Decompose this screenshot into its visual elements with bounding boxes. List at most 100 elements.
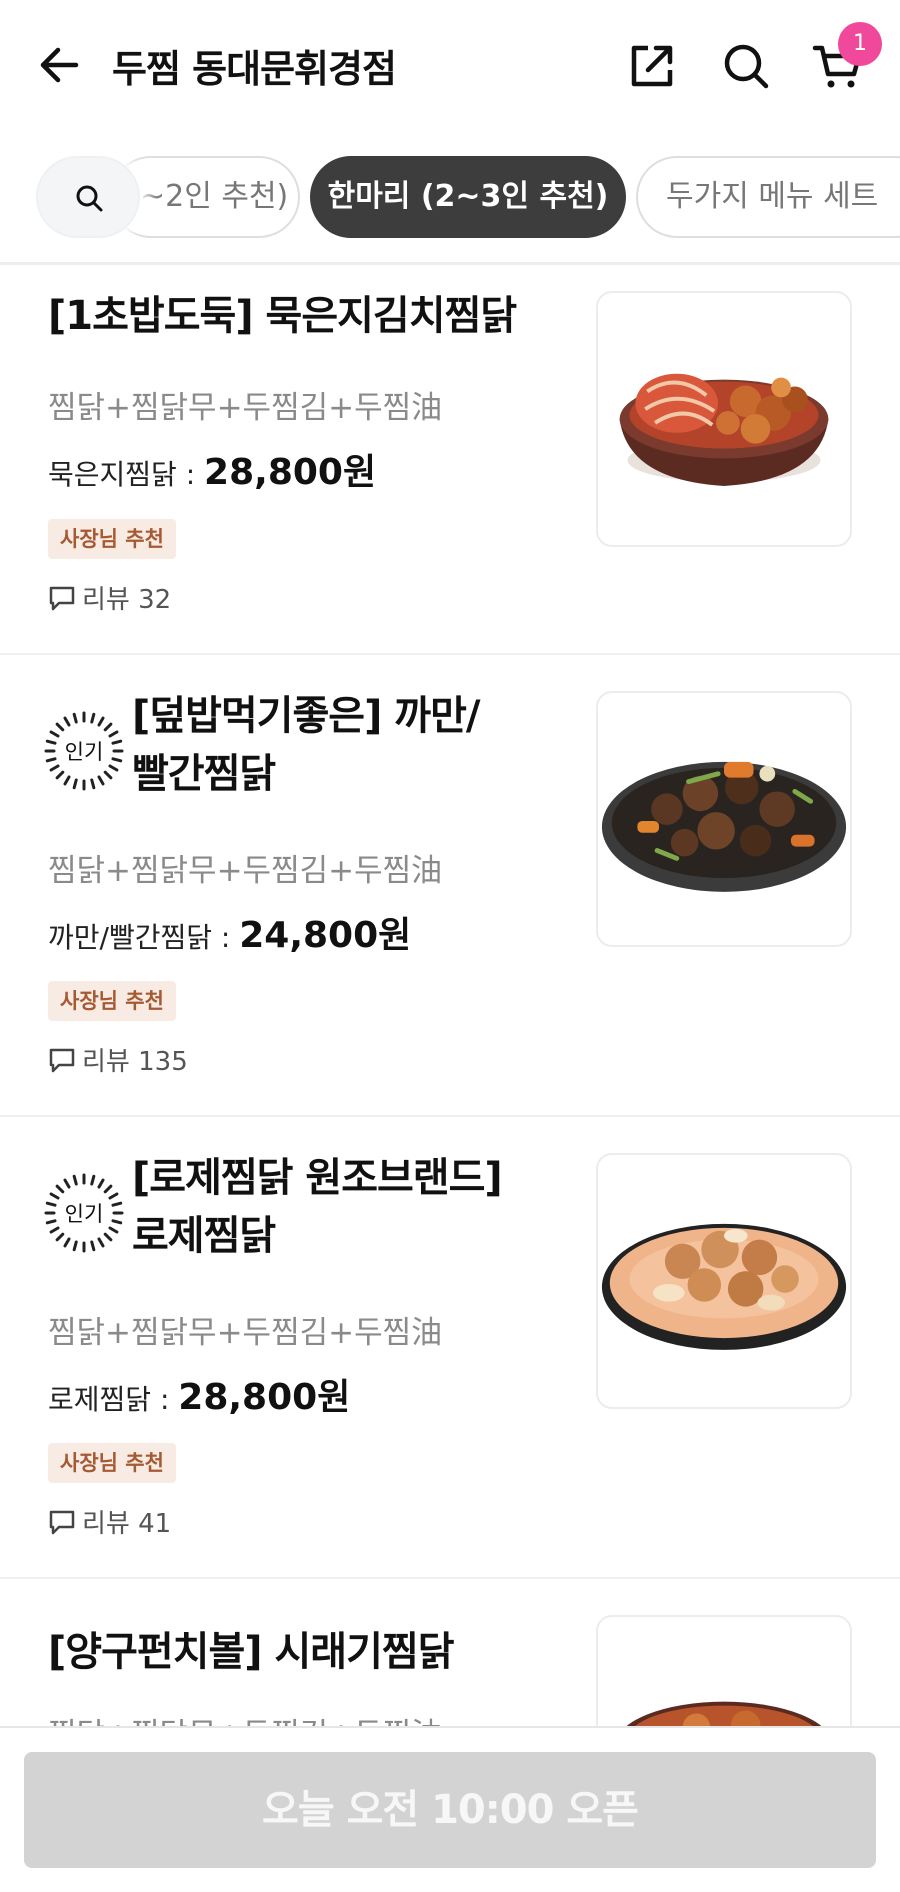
menu-item-name: [양구펀치볼] 시래기찜닭 [48, 1629, 454, 1675]
review-count: 리뷰 135 [48, 1041, 188, 1078]
price-option-label: 까만/빨간찜닭 : [48, 921, 240, 954]
review-speech-icon [49, 1048, 75, 1073]
badge-ray [45, 1219, 57, 1225]
category-chip-active[interactable]: 한마리 (2~3인 추천) [310, 156, 626, 238]
badge-ray [103, 1184, 113, 1194]
review-count-text: 리뷰 135 [82, 1047, 188, 1077]
badge-ray [49, 764, 60, 772]
review-speech-icon [49, 1510, 75, 1535]
menu-item-price: 까만/빨간찜닭 : 24,800원 [48, 906, 411, 958]
menu-item[interactable]: [1초밥도둑] 묵은지김치찜닭 찜닭+찜닭무+두찜김+두찜油 묵은지찜닭 : 2… [0, 265, 900, 655]
badge-ray [45, 757, 57, 763]
menu-item-image [596, 1615, 852, 1739]
badge-ray [111, 739, 123, 745]
badge-ray [90, 778, 96, 790]
menu-item-description: 찜닭+찜닭무+두찜김+두찜油 [48, 390, 443, 426]
back-arrow-icon [40, 47, 79, 83]
cart-count-badge: 1 [838, 22, 882, 66]
badge-ray [103, 1232, 113, 1242]
badge-ray [90, 1174, 96, 1186]
share-button[interactable] [626, 40, 678, 92]
back-button[interactable] [36, 40, 86, 90]
popular-badge-icon: 인기 [44, 1173, 124, 1253]
menu-item[interactable]: 인기 [로제찜닭 원조브랜드] 로제찜닭 찜닭+찜닭무+두찜김+두찜油 로제찜닭… [0, 1117, 900, 1579]
review-count-text: 리뷰 41 [82, 1509, 172, 1539]
badge-ray [97, 716, 105, 727]
search-button[interactable] [720, 40, 772, 92]
popular-badge-text: 인기 [65, 1202, 104, 1226]
badge-ray [55, 770, 65, 780]
badge-ray [45, 739, 57, 745]
review-count-text: 리뷰 32 [82, 585, 172, 615]
menu-item-image [596, 691, 852, 947]
siraegi-jjimdak-photo [616, 1701, 832, 1739]
badge-ray [108, 1192, 119, 1200]
badge-ray [97, 1237, 105, 1248]
badge-ray [72, 1240, 78, 1252]
popular-badge-icon: 인기 [44, 711, 124, 791]
owner-recommend-tag: 사장님 추천 [48, 981, 176, 1021]
badge-ray [63, 1178, 71, 1189]
menu-item-price: 묵은지찜닭 : 28,800원 [48, 443, 376, 495]
review-count: 리뷰 41 [48, 1503, 171, 1540]
badge-ray [63, 1237, 71, 1248]
badge-ray [63, 716, 71, 727]
menu-search-button[interactable] [36, 156, 140, 238]
menu-item-name: [1초밥도둑] 묵은지김치찜닭 [48, 293, 517, 339]
badge-ray [103, 722, 113, 732]
category-tabs: ~2인 추천) 한마리 (2~3인 추천) 두가지 메뉴 세트 [0, 152, 900, 242]
owner-recommend-tag: 사장님 추천 [48, 519, 176, 559]
category-chip-next[interactable]: 두가지 메뉴 세트 [636, 156, 900, 238]
price-option-label: 묵은지찜닭 : [48, 458, 205, 491]
badge-ray [108, 764, 119, 772]
menu-item-price: 로제찜닭 : 28,800원 [48, 1368, 350, 1420]
menu-item-image [596, 291, 852, 547]
badge-ray [49, 1192, 60, 1200]
rose-jjimdak-photo [601, 1223, 847, 1350]
badge-ray [111, 757, 123, 763]
owner-recommend-tag: 사장님 추천 [48, 1443, 176, 1483]
store-open-time-button[interactable]: 오늘 오전 10:00 오픈 [24, 1752, 876, 1868]
badge-ray [72, 1174, 78, 1186]
price-amount: 28,800원 [178, 1377, 351, 1418]
review-speech-icon [49, 586, 75, 611]
badge-ray [49, 1226, 60, 1234]
store-title: 두찜 동대문휘경점 [112, 47, 397, 91]
badge-ray [103, 770, 113, 780]
badge-ray [108, 1226, 119, 1234]
review-count: 리뷰 32 [48, 579, 171, 616]
badge-ray [49, 730, 60, 738]
popular-badge-text: 인기 [65, 740, 104, 764]
badge-ray [55, 1232, 65, 1242]
share-icon [631, 45, 673, 87]
price-amount: 28,800원 [204, 452, 377, 493]
search-icon [724, 44, 769, 89]
badge-ray [97, 775, 105, 786]
badge-ray [111, 1219, 123, 1225]
badge-ray [72, 778, 78, 790]
badge-ray [72, 712, 78, 724]
price-option-label: 로제찜닭 : [48, 1383, 179, 1416]
menu-item-description: 찜닭+찜닭무+두찜김+두찜油 [48, 853, 443, 889]
badge-ray [108, 730, 119, 738]
badge-ray [97, 1178, 105, 1189]
menu-item-name: [덮밥먹기좋은] 까만/빨간찜닭 [132, 693, 481, 797]
menu-item-image [596, 1153, 852, 1409]
menu-item-name: [로제찜닭 원조브랜드] 로제찜닭 [132, 1155, 503, 1259]
badge-ray [55, 1184, 65, 1194]
badge-ray [63, 775, 71, 786]
bottom-action-bar: 오늘 오전 10:00 오픈 [0, 1726, 900, 1892]
menu-item[interactable]: 인기 [덮밥먹기좋은] 까만/빨간찜닭 찜닭+찜닭무+두찜김+두찜油 까만/빨간… [0, 655, 900, 1117]
price-amount: 24,800원 [239, 915, 412, 956]
menu-item-description: 찜닭+찜닭무+두찜김+두찜油 [48, 1315, 443, 1351]
badge-ray [55, 722, 65, 732]
badge-ray [111, 1201, 123, 1207]
search-icon [76, 185, 103, 212]
kimchi-jjimdak-photo [619, 373, 829, 486]
top-app-bar: 두찜 동대문휘경점 1 [0, 0, 900, 130]
badge-ray [45, 1201, 57, 1207]
dark-jjimdak-photo [601, 761, 847, 892]
badge-ray [90, 712, 96, 724]
badge-ray [90, 1240, 96, 1252]
menu-item[interactable]: [양구펀치볼] 시래기찜닭 찜닭+찜닭무+두찜김+두찜油 [0, 1579, 900, 1739]
